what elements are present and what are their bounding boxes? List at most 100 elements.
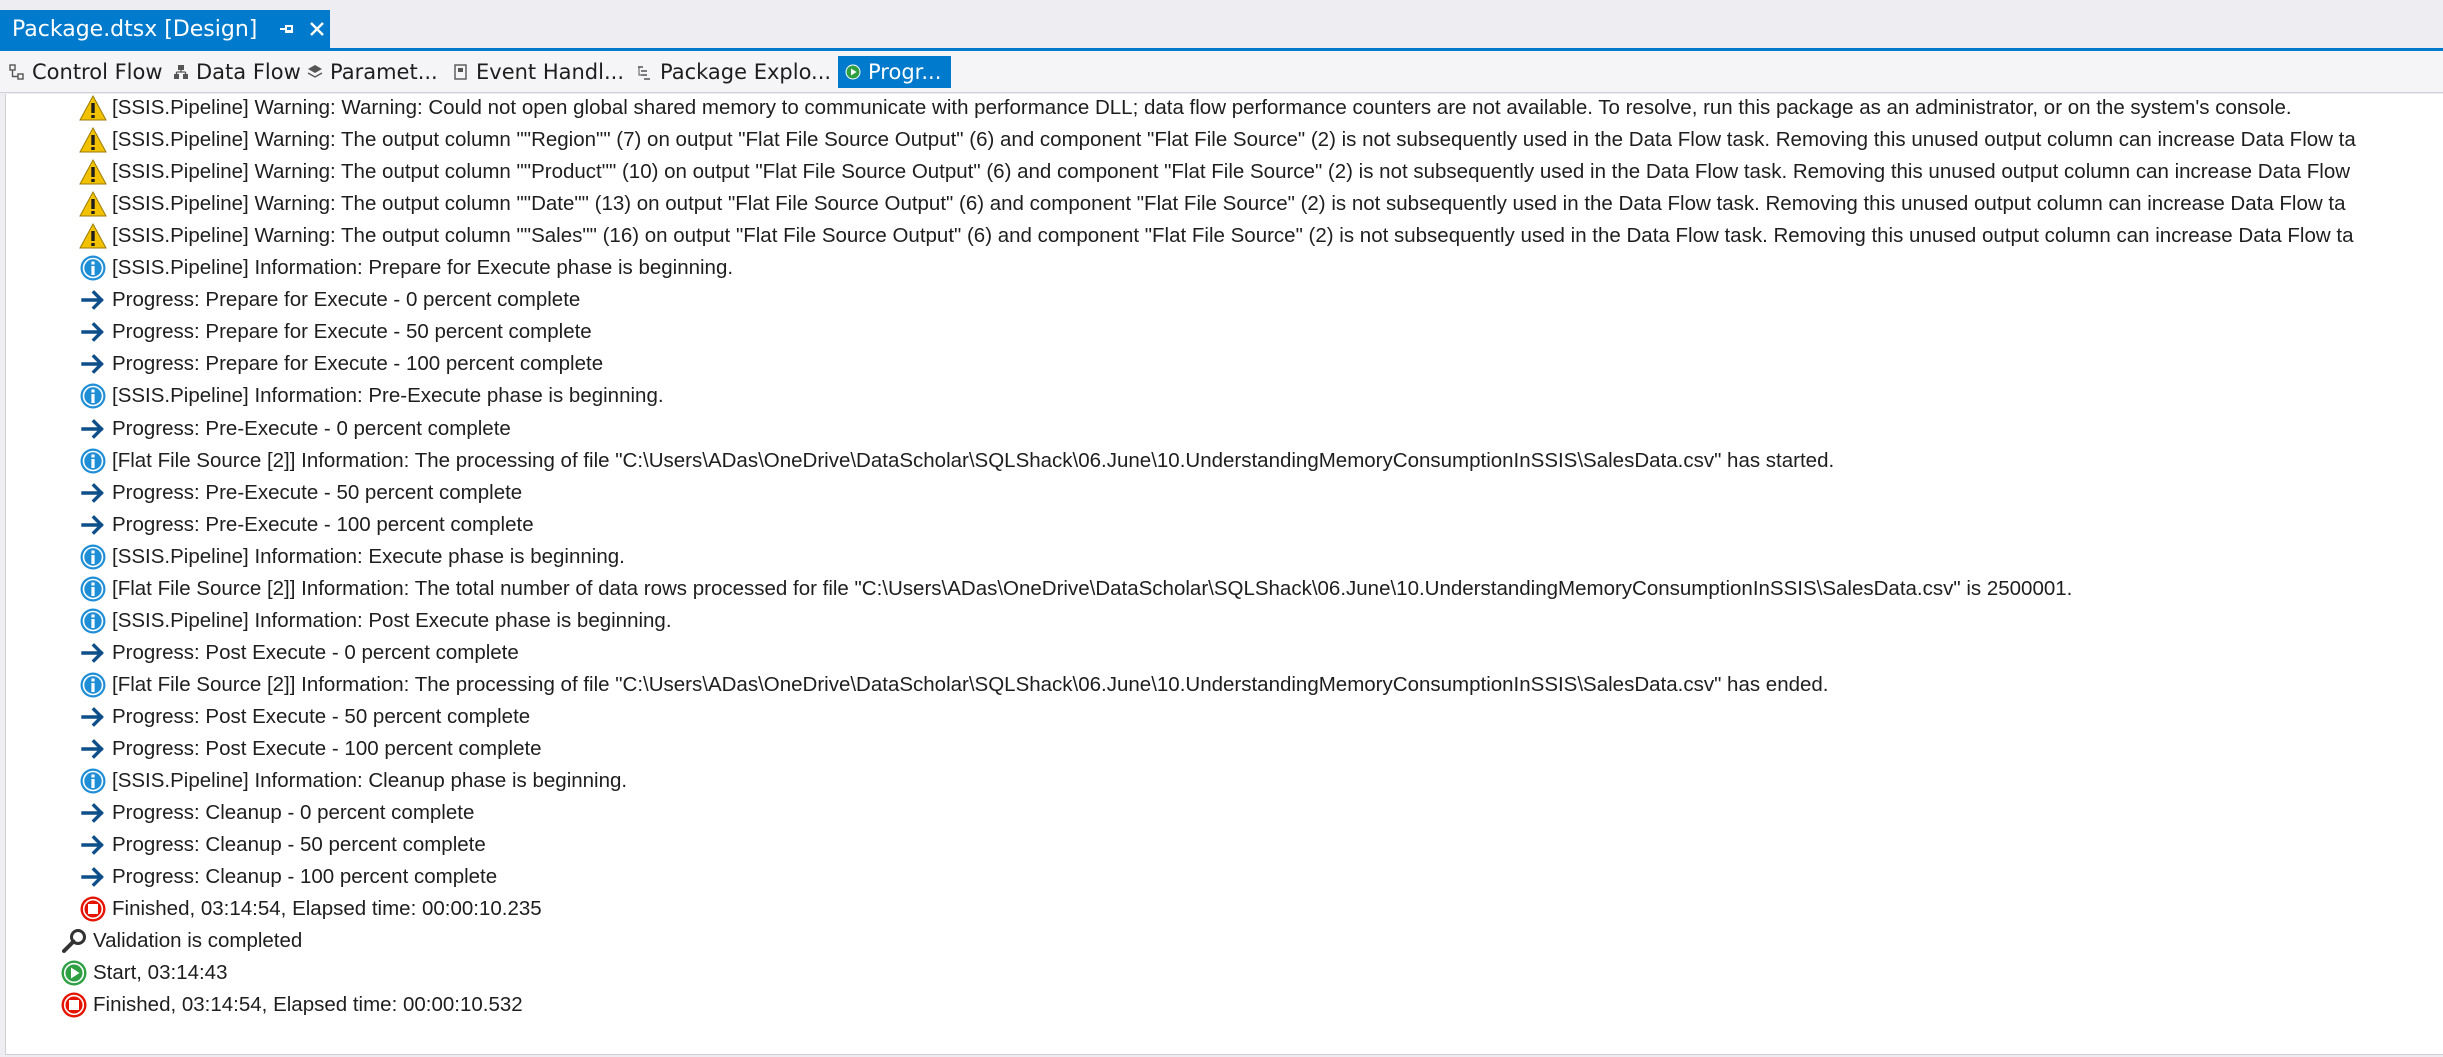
message-text: [SSIS.Pipeline] Warning: The output colu…	[112, 128, 2356, 152]
message-text: [Flat File Source [2]] Information: The …	[112, 672, 1829, 696]
message-text: [SSIS.Pipeline] Information: Post Execut…	[112, 608, 672, 632]
message-text: [SSIS.Pipeline] Warning: The output colu…	[112, 160, 2351, 184]
warning-icon	[78, 157, 108, 187]
message-text: [Flat File Source [2]] Information: The …	[112, 448, 1835, 472]
progress-message-row[interactable]: Progress: Cleanup - 50 percent complete	[78, 829, 486, 861]
tab-control-flow[interactable]: Control Flow	[8, 56, 163, 88]
progress-arrow-icon	[78, 285, 108, 315]
tab-label: Data Flow	[196, 60, 301, 84]
info-icon	[78, 766, 108, 796]
tab-data-flow[interactable]: Data Flow	[172, 56, 301, 88]
message-text: Progress: Pre-Execute - 0 percent comple…	[112, 416, 511, 440]
progress-message-row[interactable]: Validation is completed	[59, 925, 302, 957]
progress-message-row[interactable]: [Flat File Source [2]] Information: The …	[78, 573, 2072, 605]
progress-arrow-icon	[78, 734, 108, 764]
info-icon	[78, 381, 108, 411]
progress-message-row[interactable]: Finished, 03:14:54, Elapsed time: 00:00:…	[78, 893, 542, 925]
tab-package-explorer[interactable]: Package Explo...	[636, 56, 831, 88]
package-explorer-icon	[636, 63, 654, 81]
pin-icon[interactable]	[275, 17, 298, 41]
message-text: [Flat File Source [2]] Information: The …	[112, 576, 2073, 600]
progress-message-row[interactable]: [SSIS.Pipeline] Information: Post Execut…	[78, 605, 672, 637]
progress-message-row[interactable]: Progress: Cleanup - 0 percent complete	[78, 797, 474, 829]
progress-message-row[interactable]: Progress: Pre-Execute - 50 percent compl…	[78, 477, 522, 509]
progress-message-row[interactable]: [SSIS.Pipeline] Information: Pre-Execute…	[78, 380, 664, 412]
close-icon[interactable]	[305, 16, 330, 42]
data-flow-icon	[172, 63, 190, 81]
info-icon	[78, 606, 108, 636]
progress-message-row[interactable]: Progress: Prepare for Execute - 50 perce…	[78, 316, 592, 348]
message-text: [SSIS.Pipeline] Information: Pre-Execute…	[112, 384, 664, 408]
message-text: Validation is completed	[93, 929, 303, 953]
progress-message-row[interactable]: [SSIS.Pipeline] Warning: Warning: Could …	[78, 94, 2292, 124]
message-text: [SSIS.Pipeline] Information: Execute pha…	[112, 544, 625, 568]
progress-arrow-icon	[78, 830, 108, 860]
progress-arrow-icon	[78, 349, 108, 379]
parameters-icon	[306, 63, 324, 81]
progress-output-pane[interactable]: [SSIS.Pipeline] Warning: Warning: Could …	[5, 94, 2443, 1055]
progress-icon	[844, 63, 862, 81]
finished-stop-icon	[59, 990, 89, 1020]
progress-message-row[interactable]: [SSIS.Pipeline] Information: Cleanup pha…	[78, 765, 627, 797]
progress-message-row[interactable]: Progress: Prepare for Execute - 0 percen…	[78, 284, 580, 316]
finished-stop-icon	[78, 894, 108, 924]
progress-message-row[interactable]: [SSIS.Pipeline] Warning: The output colu…	[78, 220, 2353, 252]
progress-message-row[interactable]: Progress: Pre-Execute - 100 percent comp…	[78, 509, 534, 541]
info-icon	[78, 574, 108, 604]
tab-parameters[interactable]: Paramet...	[306, 56, 438, 88]
progress-message-row[interactable]: [SSIS.Pipeline] Information: Prepare for…	[78, 252, 733, 284]
progress-arrow-icon	[78, 862, 108, 892]
message-text: Progress: Pre-Execute - 50 percent compl…	[112, 480, 523, 504]
progress-message-row[interactable]: [SSIS.Pipeline] Warning: The output colu…	[78, 156, 2350, 188]
progress-message-row[interactable]: [Flat File Source [2]] Information: The …	[78, 669, 1829, 701]
progress-message-row[interactable]: [SSIS.Pipeline] Information: Execute pha…	[78, 541, 625, 573]
control-flow-icon	[8, 63, 26, 81]
tab-label: Package Explo...	[660, 60, 832, 84]
warning-icon	[78, 221, 108, 251]
progress-message-row[interactable]: [Flat File Source [2]] Information: The …	[78, 445, 1834, 477]
ssis-designer-window: Package.dtsx [Design] Control Flow Data …	[0, 0, 2443, 1057]
message-text: Progress: Prepare for Execute - 50 perce…	[112, 320, 592, 344]
tab-label: Control Flow	[32, 60, 163, 84]
progress-message-row[interactable]: Finished, 03:14:54, Elapsed time: 00:00:…	[59, 989, 523, 1021]
message-text: Progress: Cleanup - 0 percent complete	[112, 801, 475, 825]
progress-arrow-icon	[78, 798, 108, 828]
message-text: Progress: Post Execute - 0 percent compl…	[112, 640, 519, 664]
progress-message-row[interactable]: Start, 03:14:43	[59, 957, 227, 989]
warning-icon	[78, 94, 108, 123]
progress-message-row[interactable]: Progress: Prepare for Execute - 100 perc…	[78, 348, 603, 380]
document-tab-package-dtsx[interactable]: Package.dtsx [Design]	[0, 10, 330, 48]
progress-message-row[interactable]: Progress: Cleanup - 100 percent complete	[78, 861, 497, 893]
document-tab-title: Package.dtsx [Design]	[12, 16, 258, 42]
message-text: [SSIS.Pipeline] Information: Cleanup pha…	[112, 769, 628, 793]
designer-tab-bar: Control Flow Data Flow Paramet... Event …	[0, 51, 2443, 93]
document-tab-strip: Package.dtsx [Design]	[0, 0, 2443, 48]
message-text: Finished, 03:14:54, Elapsed time: 00:00:…	[93, 993, 523, 1017]
progress-message-row[interactable]: Progress: Pre-Execute - 0 percent comple…	[78, 413, 511, 445]
tab-label: Progr...	[868, 60, 942, 84]
message-text: Progress: Post Execute - 50 percent comp…	[112, 704, 531, 728]
message-text: [SSIS.Pipeline] Warning: The output colu…	[112, 224, 2354, 248]
progress-arrow-icon	[78, 510, 108, 540]
info-icon	[78, 446, 108, 476]
message-text: Progress: Cleanup - 50 percent complete	[112, 833, 486, 857]
progress-message-row[interactable]: [SSIS.Pipeline] Warning: The output colu…	[78, 124, 2356, 156]
message-text: Progress: Pre-Execute - 100 percent comp…	[112, 512, 534, 536]
message-text: Progress: Post Execute - 100 percent com…	[112, 737, 542, 760]
tab-progress[interactable]: Progr...	[838, 56, 952, 88]
message-text: Progress: Prepare for Execute - 0 percen…	[112, 288, 581, 312]
progress-message-row[interactable]: Progress: Post Execute - 50 percent comp…	[78, 701, 530, 733]
message-text: [SSIS.Pipeline] Information: Prepare for…	[112, 256, 734, 280]
info-icon	[78, 253, 108, 283]
progress-arrow-icon	[78, 317, 108, 347]
progress-message-row[interactable]: [SSIS.Pipeline] Warning: The output colu…	[78, 188, 2346, 220]
warning-icon	[78, 189, 108, 219]
progress-message-row[interactable]: Progress: Post Execute - 100 percent com…	[78, 733, 542, 765]
progress-arrow-icon	[78, 702, 108, 732]
validation-magnifier-icon	[59, 926, 89, 956]
message-text: Progress: Prepare for Execute - 100 perc…	[112, 352, 604, 376]
progress-arrow-icon	[78, 638, 108, 668]
tab-event-handlers[interactable]: Event Handl...	[452, 56, 624, 88]
progress-arrow-icon	[78, 478, 108, 508]
progress-message-row[interactable]: Progress: Post Execute - 0 percent compl…	[78, 637, 519, 669]
